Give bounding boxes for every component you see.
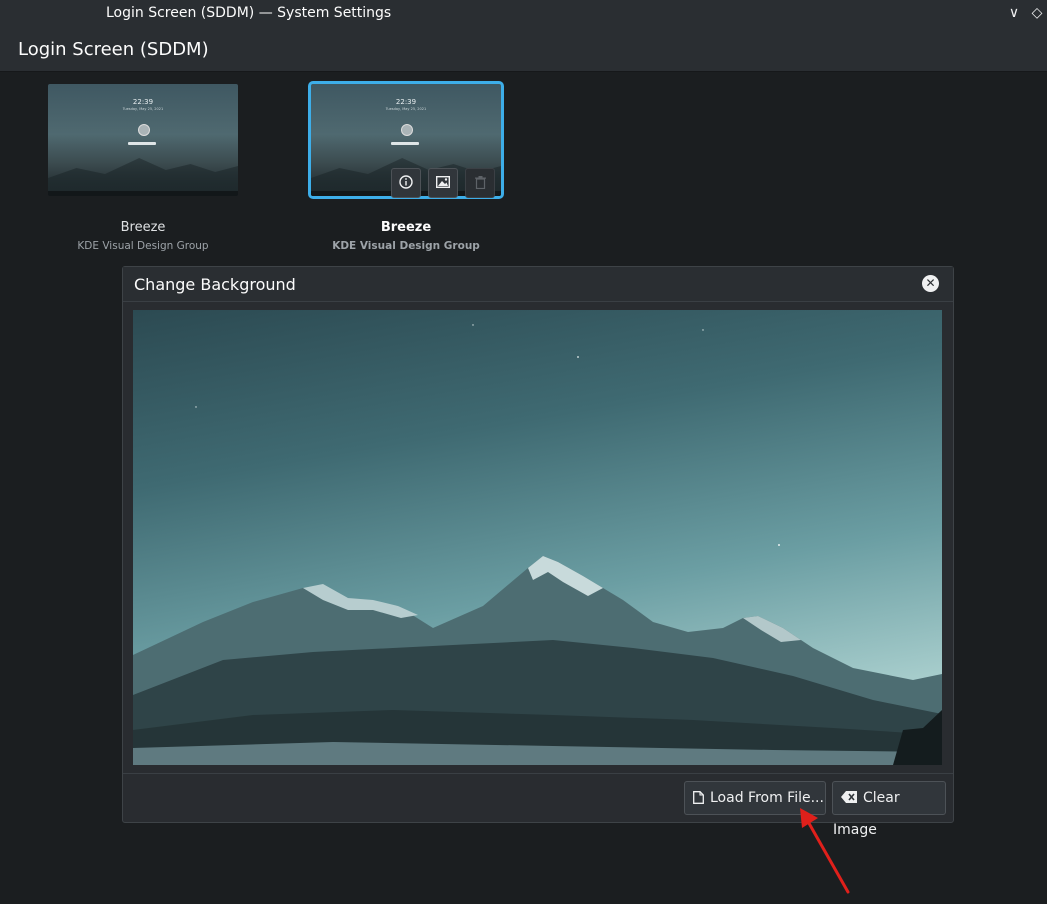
thumb-mountains: [48, 158, 238, 190]
window-title: Login Screen (SDDM) — System Settings: [106, 5, 392, 21]
mountain-landscape: [133, 324, 942, 765]
theme-name: Breeze: [380, 220, 432, 235]
close-dialog-button[interactable]: ✕: [922, 275, 939, 292]
image-icon: [435, 175, 451, 190]
dialog-header: Change Background ✕: [123, 267, 953, 302]
thumb-date: Tuesday, May 25, 2021: [385, 107, 427, 111]
theme-card-breeze-selected[interactable]: 22:39 Tuesday, May 25, 2021 Breeze KDE V…: [308, 81, 511, 252]
thumb-password-field: [128, 142, 156, 145]
thumb-avatar: [401, 124, 413, 136]
info-icon: [399, 175, 413, 190]
theme-author: KDE Visual Design Group: [332, 240, 480, 252]
thumb-password-field: [391, 142, 419, 145]
trash-icon: [474, 176, 486, 190]
page-header: Login Screen (SDDM): [0, 28, 1047, 72]
window-titlebar: Login Screen (SDDM) — System Settings ∨ …: [0, 0, 1047, 28]
keep-above-button[interactable]: ◇: [1027, 3, 1047, 23]
background-preview-image: [133, 310, 942, 765]
theme-card-breeze[interactable]: 22:39 Tuesday, May 25, 2021 Breeze KDE V…: [48, 84, 248, 252]
theme-author: KDE Visual Design Group: [77, 240, 209, 252]
theme-preview-thumbnail: 22:39 Tuesday, May 25, 2021: [48, 84, 238, 196]
page-title: Login Screen (SDDM): [18, 39, 209, 60]
change-background-button[interactable]: [428, 168, 458, 198]
theme-info-button[interactable]: [391, 168, 421, 198]
close-icon: ✕: [925, 276, 936, 290]
minimize-button[interactable]: ∨: [1004, 3, 1024, 23]
dialog-footer-separator: [123, 773, 953, 774]
annotation-arrow: [800, 808, 850, 894]
thumb-clock: 22:39: [395, 98, 417, 106]
dialog-title: Change Background: [134, 275, 296, 294]
thumb-date: Tuesday, May 25, 2021: [122, 107, 164, 111]
document-open-icon: [693, 782, 704, 814]
thumb-avatar: [138, 124, 150, 136]
theme-name: Breeze: [120, 220, 166, 235]
thumb-bottom-bar: [48, 191, 238, 196]
thumb-clock: 22:39: [132, 98, 154, 106]
delete-theme-button[interactable]: [465, 168, 495, 198]
change-background-dialog: Change Background ✕ Load From File... Cl…: [122, 266, 954, 838]
